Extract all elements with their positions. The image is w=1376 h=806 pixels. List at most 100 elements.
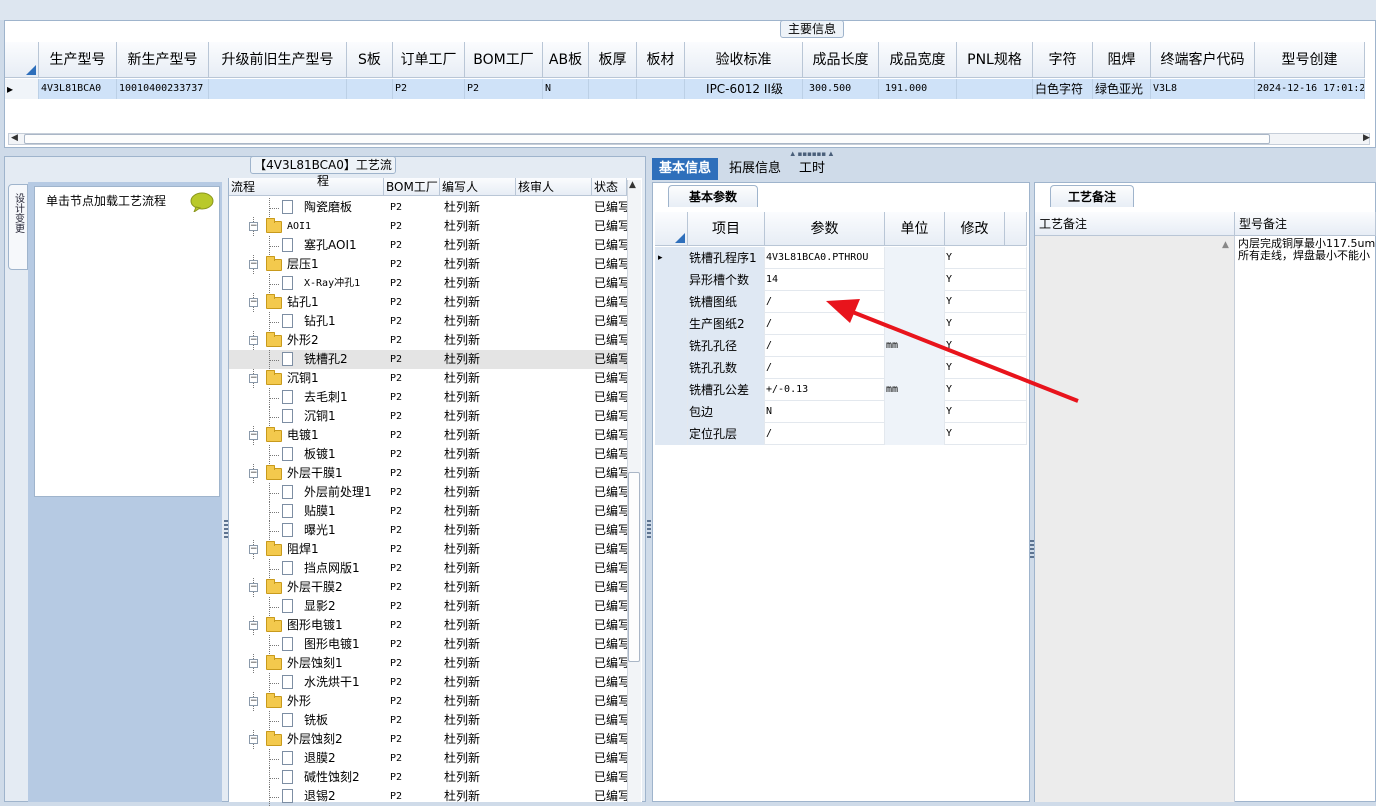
main-row-cell[interactable]: 绿色亚光 [1093, 79, 1151, 99]
model-remark-text[interactable]: 内层完成铜厚最小117.5um 所有走线，焊盘最小不能小 [1238, 238, 1376, 262]
flow-row[interactable]: − 钻孔1 P2 杜列新 已编写 [229, 293, 627, 312]
main-col-header[interactable]: 成品宽度 [879, 42, 957, 78]
flow-row[interactable]: 碱性蚀刻2 P2 杜列新 已编写 [229, 768, 627, 787]
tree-expander-icon[interactable]: − [249, 298, 258, 307]
main-row-cell[interactable]: 10010400233737 [117, 79, 209, 99]
flow-row[interactable]: − 电镀1 P2 杜列新 已编写 [229, 426, 627, 445]
tree-expander-icon[interactable]: − [249, 621, 258, 630]
tree-expander-icon[interactable]: − [249, 222, 258, 231]
params-row[interactable]: 定位孔层 / Y [655, 423, 1027, 445]
main-row-cell[interactable] [209, 79, 347, 99]
flow-col-header[interactable]: 编写人 [440, 178, 516, 196]
main-col-header[interactable]: 订单工厂 [393, 42, 465, 78]
params-col-header[interactable]: 单位 [885, 212, 945, 246]
flow-row[interactable]: − 图形电镀1 P2 杜列新 已编写 [229, 616, 627, 635]
flow-row[interactable]: 退锡2 P2 杜列新 已编写 [229, 787, 627, 806]
main-row-cell[interactable]: 4V3L81BCA0 [39, 79, 117, 99]
param-modify[interactable]: Y [945, 247, 1027, 269]
param-unit[interactable] [885, 247, 945, 269]
main-row-cell[interactable]: N [543, 79, 589, 99]
main-row-cell[interactable]: 191.000 [879, 79, 957, 99]
param-modify[interactable]: Y [945, 269, 1027, 291]
flow-nav-hint[interactable]: 单击节点加载工艺流程 [46, 192, 166, 209]
tab-basic-params[interactable]: 基本参数 [668, 185, 758, 207]
main-row-cell[interactable]: 300.500 [803, 79, 879, 99]
main-col-header[interactable]: PNL规格 [957, 42, 1033, 78]
param-unit[interactable] [885, 269, 945, 291]
flow-row[interactable]: − 外层蚀刻2 P2 杜列新 已编写 [229, 730, 627, 749]
param-modify[interactable]: Y [945, 423, 1027, 445]
flow-row[interactable]: 沉铜1 P2 杜列新 已编写 [229, 407, 627, 426]
tree-expander-icon[interactable]: − [249, 469, 258, 478]
tree-expander-icon[interactable]: − [249, 583, 258, 592]
flow-row[interactable]: 陶瓷磨板 P2 杜列新 已编写 [229, 198, 627, 217]
flow-row[interactable]: 钻孔1 P2 杜列新 已编写 [229, 312, 627, 331]
flow-row[interactable]: 贴膜1 P2 杜列新 已编写 [229, 502, 627, 521]
flow-row[interactable]: − 外形2 P2 杜列新 已编写 [229, 331, 627, 350]
params-col-header[interactable]: 参数 [765, 212, 885, 246]
flow-row[interactable]: 曝光1 P2 杜列新 已编写 [229, 521, 627, 540]
main-row-cell[interactable] [957, 79, 1033, 99]
param-value[interactable]: 14 [765, 269, 885, 291]
param-unit[interactable] [885, 423, 945, 445]
flow-row[interactable]: 挡点网版1 P2 杜列新 已编写 [229, 559, 627, 578]
main-col-header[interactable]: 成品长度 [803, 42, 879, 78]
tab-work-hours[interactable]: 工时 [792, 158, 832, 180]
flow-row[interactable]: 外层前处理1 P2 杜列新 已编写 [229, 483, 627, 502]
main-col-header[interactable]: 阻焊 [1093, 42, 1151, 78]
params-col-header[interactable]: 项目 [688, 212, 765, 246]
param-value[interactable]: 4V3L81BCA0.PTHROU [765, 247, 885, 269]
flow-row[interactable]: 去毛刺1 P2 杜列新 已编写 [229, 388, 627, 407]
model-remark-header[interactable]: 型号备注 [1235, 212, 1376, 236]
flow-scroll-thumb[interactable] [628, 472, 640, 662]
flow-row[interactable]: 水洗烘干1 P2 杜列新 已编写 [229, 673, 627, 692]
main-row-cell[interactable]: P2 [465, 79, 543, 99]
flow-row[interactable]: 退膜2 P2 杜列新 已编写 [229, 749, 627, 768]
main-col-header[interactable]: 型号创建 [1255, 42, 1365, 78]
scroll-left-icon[interactable]: ◀ [11, 133, 18, 143]
scroll-up-icon[interactable]: ▲ [629, 180, 636, 190]
flow-row[interactable]: 铣槽孔2 P2 杜列新 已编写 [229, 350, 627, 369]
params-col-header[interactable]: 修改 [945, 212, 1005, 246]
params-row[interactable]: 异形槽个数 14 Y [655, 269, 1027, 291]
process-remark-header[interactable]: 工艺备注 [1035, 212, 1235, 236]
main-col-header[interactable]: 生产型号 [39, 42, 117, 78]
tree-expander-icon[interactable]: − [249, 545, 258, 554]
flow-row[interactable]: 显影2 P2 杜列新 已编写 [229, 597, 627, 616]
mid-splitter-grip[interactable] [647, 520, 651, 540]
tab-process-remarks[interactable]: 工艺备注 [1050, 185, 1134, 207]
main-row-cell[interactable]: 白色字符 [1033, 79, 1093, 99]
params-row[interactable]: ▸ 铣槽孔程序1 4V3L81BCA0.PTHROU Y [655, 247, 1027, 269]
tree-expander-icon[interactable]: − [249, 735, 258, 744]
tree-expander-icon[interactable]: − [249, 336, 258, 345]
main-row-cell[interactable]: V3L8 [1151, 79, 1255, 99]
main-col-header[interactable]: 板厚 [589, 42, 637, 78]
flow-row[interactable]: 板镀1 P2 杜列新 已编写 [229, 445, 627, 464]
flow-row[interactable]: X-Ray冲孔1 P2 杜列新 已编写 [229, 274, 627, 293]
tree-expander-icon[interactable]: − [249, 260, 258, 269]
main-col-header[interactable]: 验收标准 [685, 42, 803, 78]
main-row-cell[interactable] [637, 79, 685, 99]
tree-expander-icon[interactable]: − [249, 431, 258, 440]
tree-expander-icon[interactable]: − [249, 659, 258, 668]
flow-row[interactable]: − AOI1 P2 杜列新 已编写 [229, 217, 627, 236]
tab-basic-info[interactable]: 基本信息 [652, 158, 719, 180]
speech-bubble-icon[interactable] [190, 192, 214, 212]
flow-row[interactable]: − 外层干膜1 P2 杜列新 已编写 [229, 464, 627, 483]
main-row-cell[interactable] [589, 79, 637, 99]
flow-row[interactable]: 图形电镀1 P2 杜列新 已编写 [229, 635, 627, 654]
flow-row[interactable]: − 外层蚀刻1 P2 杜列新 已编写 [229, 654, 627, 673]
flow-col-header[interactable]: BOM工厂 [384, 178, 440, 196]
flow-row[interactable]: − 阻焊1 P2 杜列新 已编写 [229, 540, 627, 559]
main-col-header[interactable]: S板 [347, 42, 393, 78]
main-col-header[interactable]: 升级前旧生产型号 [209, 42, 347, 78]
main-col-header[interactable]: 新生产型号 [117, 42, 209, 78]
tree-expander-icon[interactable]: − [249, 697, 258, 706]
main-col-header[interactable]: BOM工厂 [465, 42, 543, 78]
main-row-cell[interactable]: 2024-12-16 17:01:2 [1255, 79, 1365, 99]
main-row-cell[interactable] [347, 79, 393, 99]
tab-extended-info[interactable]: 拓展信息 [722, 158, 788, 180]
flow-col-header[interactable]: 状态 [592, 178, 627, 196]
flow-col-header[interactable]: 流程 [229, 178, 384, 196]
remark-scroll-up-icon[interactable]: ▲ [1222, 240, 1229, 250]
